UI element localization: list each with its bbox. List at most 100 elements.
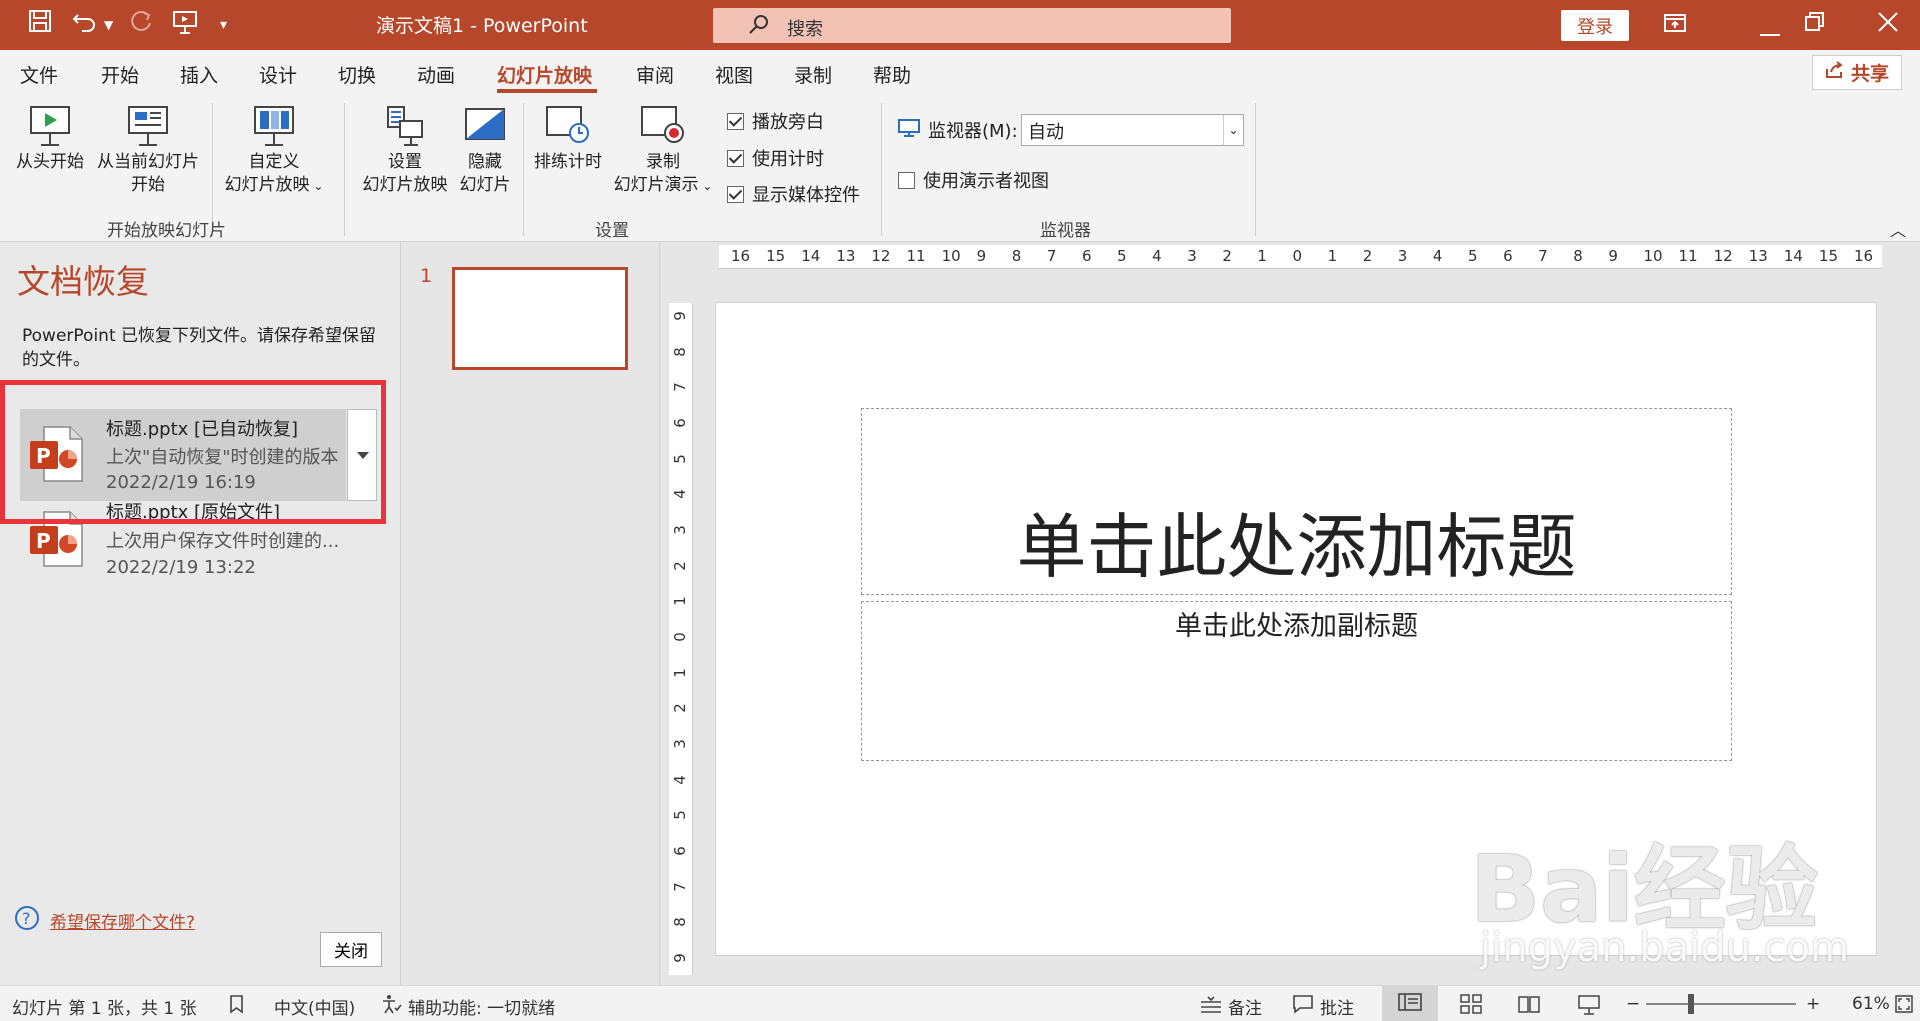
spell-check-icon[interactable] <box>228 994 248 1014</box>
file-description: 上次用户保存文件时创建的... <box>106 531 340 552</box>
zoom-in-icon[interactable]: + <box>1806 994 1820 1014</box>
help-icon: ? <box>14 905 40 936</box>
slide-sorter-icon[interactable] <box>1460 994 1482 1014</box>
ruler-tick-label: 5 <box>670 453 689 464</box>
tab-transitions[interactable]: 切换 <box>338 61 376 88</box>
from-start-button[interactable]: 从头开始 <box>12 103 88 174</box>
ruler-tick-label: 9 <box>976 247 987 265</box>
normal-view-button[interactable] <box>1382 986 1438 1021</box>
ruler-tick-label: 4 <box>1432 247 1443 265</box>
share-icon <box>1825 61 1845 84</box>
tab-design[interactable]: 设计 <box>259 61 297 88</box>
ruler-tick-label: 0 <box>1292 247 1303 265</box>
login-button[interactable]: 登录 <box>1561 10 1629 41</box>
undo-dropdown-icon[interactable]: ▼ <box>104 9 113 41</box>
slide-thumbnail[interactable] <box>452 267 628 370</box>
tab-animations[interactable]: 动画 <box>417 61 455 88</box>
help-link[interactable]: 希望保存哪个文件? <box>50 908 195 933</box>
title-placeholder[interactable]: 单击此处添加标题 <box>861 408 1732 595</box>
from-current-slide-button[interactable]: 从当前幻灯片 开始 <box>92 103 204 197</box>
tab-view[interactable]: 视图 <box>715 61 753 88</box>
checkbox-checked[interactable] <box>727 112 744 130</box>
zoom-out-icon[interactable]: − <box>1626 994 1640 1014</box>
active-tab-indicator <box>497 89 597 93</box>
share-button[interactable]: 共享 <box>1812 55 1902 90</box>
redo-icon[interactable] <box>128 9 154 35</box>
tab-home[interactable]: 开始 <box>101 61 139 88</box>
monitor-select[interactable]: 自动 ⌄ <box>1021 114 1244 146</box>
ruler-tick-label: 9 <box>670 953 689 963</box>
tab-file[interactable]: 文件 <box>20 61 58 88</box>
accessibility-status[interactable]: 辅助功能: 一切就绪 <box>380 994 555 1019</box>
ribbon-tabs: 文件 开始 插入 设计 切换 动画 幻灯片放映 审阅 视图 录制 帮助 共享 <box>0 50 1920 95</box>
close-window-icon[interactable] <box>1876 10 1906 40</box>
language-indicator[interactable]: 中文(中国) <box>274 994 355 1019</box>
ruler-tick-label: 11 <box>1678 247 1698 265</box>
undo-icon[interactable] <box>72 9 100 33</box>
ribbon-display-options-icon[interactable] <box>1662 10 1692 40</box>
ruler-tick-label: 2 <box>670 703 689 714</box>
horizontal-ruler: 16 15 14 13 12 11 10 9 8 7 6 5 4 3 2 1 0 1 2 3 4 5 6 7 8 9 10 11 12 1… <box>719 245 1882 269</box>
tab-slideshow[interactable]: 幻灯片放映 <box>497 61 592 88</box>
checkbox-presenter-view[interactable]: 使用演示者视图 <box>898 167 1049 193</box>
ruler-tick-label: 9 <box>1608 247 1618 265</box>
ruler-tick-label: 13 <box>1748 247 1768 265</box>
checkbox-checked[interactable] <box>727 149 744 167</box>
tab-insert[interactable]: 插入 <box>180 61 218 88</box>
checkbox-use-timings[interactable]: 使用计时 <box>727 145 824 171</box>
comments-button[interactable]: 批注 <box>1292 994 1354 1019</box>
fit-to-window-icon[interactable] <box>1894 994 1914 1014</box>
zoom-level[interactable]: 61% <box>1852 994 1890 1014</box>
zoom-slider-track[interactable] <box>1646 1003 1796 1005</box>
group-label-start: 开始放映幻灯片 <box>107 221 226 241</box>
notes-button[interactable]: 备注 <box>1200 994 1262 1019</box>
ruler-tick-label: 10 <box>941 247 961 265</box>
ruler-tick-label: 5 <box>1117 247 1127 265</box>
tab-record[interactable]: 录制 <box>794 61 832 88</box>
presentation-start-icon[interactable] <box>172 9 198 35</box>
subtitle-placeholder[interactable]: 单击此处添加副标题 <box>861 601 1732 761</box>
minimize-icon[interactable] <box>1760 22 1790 52</box>
ruler-tick-label: 6 <box>1081 247 1092 265</box>
ruler-tick-label: 4 <box>670 774 689 785</box>
setup-slideshow-button[interactable]: 设置 幻灯片放映 <box>358 103 452 197</box>
ruler-tick-label: 1 <box>670 667 689 678</box>
checkbox-checked[interactable] <box>727 185 744 203</box>
ruler-tick-label: 11 <box>906 247 926 265</box>
ruler-tick-label: 15 <box>766 247 786 265</box>
ruler-tick-label: 3 <box>1397 247 1408 265</box>
hide-slide-button[interactable]: 隐藏 幻灯片 <box>456 103 514 197</box>
rehearse-timings-button[interactable]: 排练计时 <box>528 103 608 174</box>
record-slideshow-button[interactable]: 录制 幻灯片演示 ⌄ <box>608 103 718 198</box>
reading-view-icon[interactable] <box>1518 994 1540 1014</box>
slide-play-icon <box>30 106 70 146</box>
checkbox-media-controls[interactable]: 显示媒体控件 <box>727 181 860 207</box>
ruler-tick-label: 14 <box>1783 247 1803 265</box>
slideshow-view-icon[interactable] <box>1578 994 1600 1016</box>
ruler-tick-label: 12 <box>871 247 891 265</box>
hide-slide-icon <box>465 108 505 140</box>
window-title: 演示文稿1 - PowerPoint <box>376 15 588 37</box>
restore-icon[interactable] <box>1802 10 1832 40</box>
recovery-title: 文档恢复 <box>17 262 149 301</box>
checkbox-play-narration[interactable]: 播放旁白 <box>727 108 824 134</box>
status-bar: 幻灯片 第 1 张，共 1 张 中文(中国) 辅助功能: 一切就绪 备注 批注 … <box>0 985 1920 1021</box>
zoom-slider-thumb[interactable] <box>1688 994 1694 1014</box>
ruler-tick-label: 8 <box>1573 247 1583 265</box>
watermark-url: jingyan.baidu.com <box>1480 925 1850 971</box>
ruler-tick-label: 8 <box>670 346 689 357</box>
help-row[interactable]: ? 希望保存哪个文件? <box>14 905 195 936</box>
ruler-tick-label: 9 <box>670 311 689 321</box>
tab-help[interactable]: 帮助 <box>873 61 911 88</box>
tab-review[interactable]: 审阅 <box>636 61 674 88</box>
ruler-tick-label: 5 <box>670 810 689 821</box>
checkbox-unchecked[interactable] <box>898 171 915 189</box>
custom-slideshow-button[interactable]: 自定义 幻灯片放映 ⌄ <box>218 103 330 198</box>
ruler-tick-label: 10 <box>1643 247 1663 265</box>
search-box[interactable]: 搜索 <box>713 8 1231 43</box>
close-button[interactable]: 关闭 <box>320 932 382 967</box>
ruler-tick-label: 2 <box>670 560 689 571</box>
collapse-ribbon-icon[interactable]: ︿ <box>1890 217 1906 241</box>
save-icon[interactable] <box>28 9 52 33</box>
customize-toolbar-icon[interactable]: ▾ <box>220 9 227 41</box>
